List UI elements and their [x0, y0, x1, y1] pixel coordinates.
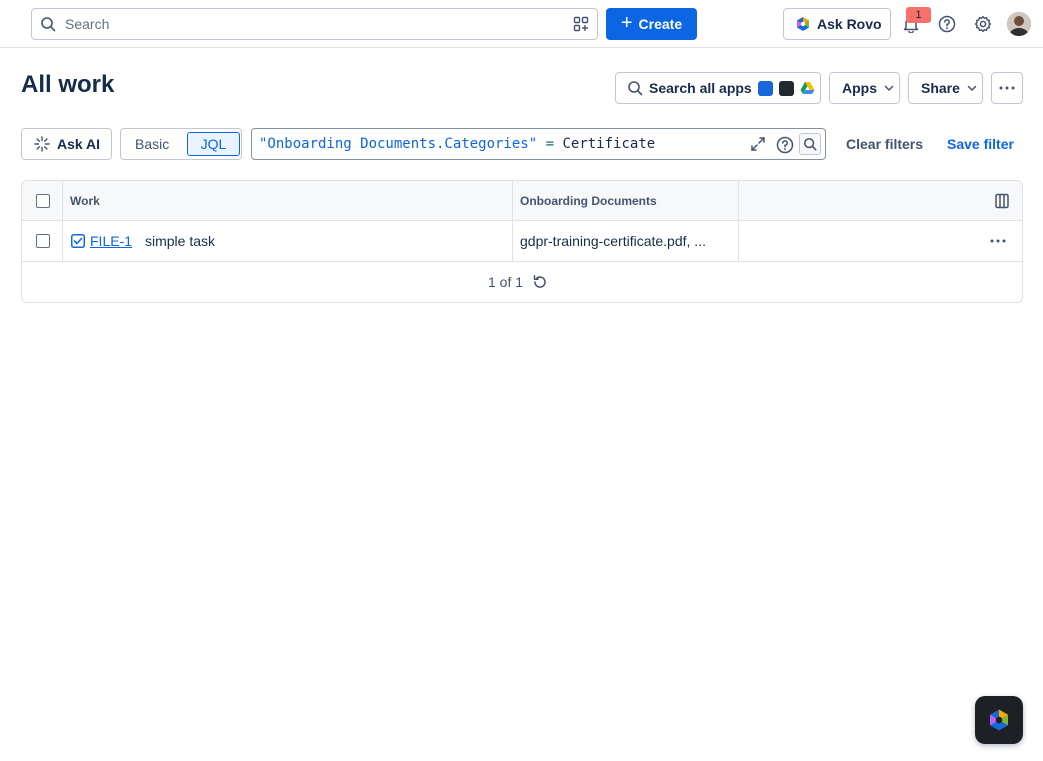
- column-header-onboarding-documents[interactable]: Onboarding Documents: [520, 194, 657, 208]
- ask-ai-button[interactable]: Ask AI: [21, 128, 112, 160]
- plus-icon: +: [620, 12, 633, 34]
- table-header: Work Onboarding Documents: [22, 181, 1022, 221]
- more-icon: [999, 86, 1015, 90]
- sparkle-icon: [34, 136, 50, 152]
- column-header-work[interactable]: Work: [70, 194, 100, 208]
- table-row[interactable]: FILE-1 simple task gdpr-training-certifi…: [22, 221, 1022, 262]
- row-actions-button[interactable]: [988, 232, 1008, 250]
- column-divider[interactable]: [512, 181, 513, 262]
- confluence-app-icon: [757, 80, 773, 96]
- expand-icon[interactable]: [750, 136, 766, 152]
- apps-label: Apps: [842, 80, 877, 96]
- clear-filters-button[interactable]: Clear filters: [846, 136, 923, 152]
- top-navigation: Search + Create Ask Rovo 1: [0, 0, 1043, 48]
- search-icon: [41, 17, 56, 32]
- column-picker-icon[interactable]: [995, 193, 1009, 209]
- ask-ai-label: Ask AI: [57, 136, 101, 152]
- row-checkbox[interactable]: [36, 234, 50, 248]
- help-icon: [938, 15, 956, 33]
- pagination-count: 1 of 1: [488, 274, 524, 290]
- apps-dropdown[interactable]: Apps: [829, 72, 900, 104]
- search-all-apps-button[interactable]: Search all apps: [615, 72, 821, 104]
- avatar-image: [1007, 12, 1031, 36]
- search-all-apps-label: Search all apps: [649, 80, 752, 96]
- jql-operator-token: =: [545, 136, 555, 152]
- create-button[interactable]: + Create: [606, 8, 697, 40]
- page-title: All work: [21, 71, 115, 98]
- rovo-chat-button[interactable]: [975, 696, 1023, 744]
- work-items-table: Work Onboarding Documents FILE-1 simple …: [21, 180, 1023, 303]
- search-input[interactable]: Search: [31, 8, 598, 40]
- search-icon: [628, 81, 643, 96]
- jql-mode-button[interactable]: JQL: [187, 132, 240, 156]
- notification-badge: 1: [906, 7, 931, 23]
- jql-query[interactable]: "Onboarding Documents.Categories" = Cert…: [259, 136, 655, 152]
- rovo-icon: [990, 709, 1008, 731]
- gear-icon: [974, 15, 992, 33]
- onboarding-documents-cell[interactable]: gdpr-training-certificate.pdf, ...: [520, 233, 730, 249]
- search-icon: [803, 137, 817, 151]
- select-all-checkbox[interactable]: [36, 194, 50, 208]
- column-divider: [62, 181, 63, 262]
- basic-mode-button[interactable]: Basic: [135, 136, 169, 152]
- search-placeholder: Search: [65, 16, 110, 32]
- apps-filter-icon[interactable]: [573, 16, 589, 32]
- save-filter-button[interactable]: Save filter: [947, 136, 1014, 152]
- create-label: Create: [638, 16, 683, 32]
- jql-field-token: "Onboarding Documents.Categories": [259, 136, 538, 152]
- google-drive-icon: [800, 81, 815, 94]
- help-button[interactable]: [937, 14, 957, 34]
- avatar[interactable]: [1007, 12, 1031, 36]
- column-divider[interactable]: [738, 181, 739, 262]
- jql-editor[interactable]: "Onboarding Documents.Categories" = Cert…: [251, 128, 826, 160]
- refresh-icon[interactable]: [532, 274, 548, 290]
- ask-rovo-label: Ask Rovo: [817, 16, 882, 32]
- help-icon[interactable]: [776, 136, 794, 154]
- rovo-icon: [797, 17, 809, 31]
- search-mode-toggle: Basic JQL: [120, 128, 242, 160]
- share-dropdown[interactable]: Share: [908, 72, 983, 104]
- pagination: 1 of 1: [22, 262, 1022, 302]
- task-type-icon: [71, 234, 85, 248]
- more-actions-button[interactable]: [991, 72, 1023, 104]
- github-app-icon: [778, 80, 794, 96]
- chevron-down-icon: [967, 85, 977, 92]
- settings-button[interactable]: [973, 14, 993, 34]
- run-search-button[interactable]: [799, 133, 821, 155]
- issue-key-link[interactable]: FILE-1: [90, 233, 132, 249]
- ask-rovo-button[interactable]: Ask Rovo: [783, 8, 891, 40]
- jql-value-token: Certificate: [562, 136, 656, 152]
- more-icon: [990, 239, 1006, 243]
- chevron-down-icon: [884, 85, 894, 92]
- share-label: Share: [921, 80, 960, 96]
- issue-summary[interactable]: simple task: [145, 233, 215, 249]
